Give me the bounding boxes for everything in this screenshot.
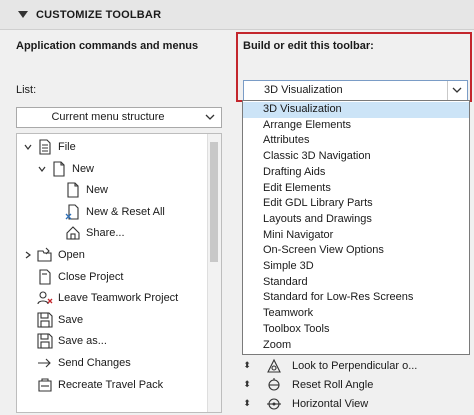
- reorder-handle-icon[interactable]: ⬍: [242, 360, 252, 371]
- toolbar-options-list[interactable]: 3D Visualization Arrange Elements Attribut…: [242, 100, 470, 355]
- tree-item[interactable]: New: [37, 159, 94, 179]
- tree-item-label: Leave Teamwork Project: [58, 292, 179, 305]
- tree-item[interactable]: Send Changes: [23, 353, 131, 373]
- toolbar-item-label: Reset Roll Angle: [292, 378, 374, 391]
- toolbar-select-button[interactable]: [447, 81, 467, 100]
- toolbar-option[interactable]: Classic 3D Navigation: [243, 149, 469, 165]
- toolbar-item[interactable]: ⬍ Horizontal View: [242, 394, 368, 413]
- blank-document-icon: [51, 161, 67, 177]
- tree-item-label: New: [86, 184, 109, 197]
- tree-item[interactable]: Leave Teamwork Project: [23, 288, 178, 308]
- close-project-icon: [37, 269, 53, 285]
- tree-item[interactable]: Share...: [51, 223, 125, 243]
- toolbar-option[interactable]: Layouts and Drawings: [243, 212, 469, 228]
- toolbar-option[interactable]: Standard: [243, 275, 469, 291]
- reorder-handle-icon[interactable]: ⬍: [242, 398, 252, 409]
- customize-toolbar-header[interactable]: CUSTOMIZE TOOLBAR: [0, 0, 474, 30]
- tree-item[interactable]: New & Reset All: [51, 202, 165, 222]
- travel-pack-icon: [37, 377, 53, 393]
- tree-item-label: File: [58, 141, 76, 153]
- left-heading: Application commands and menus: [16, 40, 199, 52]
- toolbar-items-list[interactable]: ⬍ Look to Perpendicular o... ⬍ Reset Roll A…: [242, 356, 474, 413]
- section-title: CUSTOMIZE TOOLBAR: [36, 8, 162, 21]
- chevron-right-icon[interactable]: [23, 250, 33, 260]
- tree-item[interactable]: Open: [23, 245, 85, 265]
- document-list-icon: [37, 139, 53, 155]
- toolbar-option[interactable]: Simple 3D: [243, 259, 469, 275]
- share-house-icon: [65, 225, 81, 241]
- list-label: List:: [16, 84, 37, 96]
- send-arrow-icon: [37, 355, 53, 371]
- tree-item[interactable]: Recreate Travel Pack: [23, 375, 163, 395]
- collapse-triangle-icon[interactable]: [18, 11, 28, 18]
- blank-document-icon: [65, 182, 81, 198]
- toolbar-option[interactable]: 3D Visualization: [243, 102, 469, 118]
- reorder-handle-icon[interactable]: ⬍: [242, 379, 252, 390]
- tree-scrollbar[interactable]: [207, 134, 221, 412]
- toolbar-option[interactable]: Zoom: [243, 338, 469, 354]
- open-folder-icon: [37, 247, 53, 263]
- tree-item-label: Send Changes: [58, 357, 131, 369]
- reset-roll-icon: [266, 377, 282, 393]
- tree-item[interactable]: New: [51, 180, 108, 200]
- scrollbar-thumb[interactable]: [210, 142, 218, 262]
- toolbar-select-value: 3D Visualization: [264, 84, 343, 96]
- tree-item[interactable]: Close Project: [23, 267, 123, 287]
- toolbar-item-label: Look to Perpendicular o...: [292, 359, 418, 372]
- list-select-value: Current menu structure: [51, 111, 165, 123]
- floppy-disk-icon: [37, 333, 53, 349]
- tree-item-label: Open: [58, 249, 85, 261]
- new-reset-icon: [65, 204, 81, 220]
- toolbar-item[interactable]: ⬍ Reset Roll Angle: [242, 375, 373, 394]
- tree-item-label: Save: [58, 313, 84, 326]
- chevron-down-icon[interactable]: [23, 142, 33, 152]
- toolbar-option[interactable]: Edit GDL Library Parts: [243, 196, 469, 212]
- toolbar-option[interactable]: On-Screen View Options: [243, 243, 469, 259]
- chevron-down-icon[interactable]: [37, 164, 47, 174]
- toolbar-option[interactable]: Drafting Aids: [243, 165, 469, 181]
- tree-item[interactable]: Save as...: [23, 331, 107, 351]
- tree-item-label: New & Reset All: [86, 205, 165, 218]
- tree-item-label: New: [72, 162, 95, 175]
- toolbar-item[interactable]: ⬍ Look to Perpendicular o...: [242, 356, 417, 375]
- toolbar-option[interactable]: Teamwork: [243, 306, 469, 322]
- tree-item-label: Recreate Travel Pack: [58, 378, 164, 391]
- floppy-disk-icon: [37, 312, 53, 328]
- tree-item[interactable]: File: [23, 137, 76, 157]
- chevron-down-icon: [452, 87, 462, 93]
- tree-item[interactable]: Save: [23, 310, 83, 330]
- toolbar-item-label: Horizontal View: [292, 397, 369, 410]
- toolbar-option[interactable]: Attributes: [243, 133, 469, 149]
- list-select[interactable]: Current menu structure: [16, 107, 222, 128]
- toolbar-select[interactable]: 3D Visualization: [243, 80, 468, 101]
- toolbar-option[interactable]: Arrange Elements: [243, 118, 469, 134]
- command-tree[interactable]: File New New New & Reset All Share... Open Clo…: [16, 133, 222, 413]
- toolbar-option[interactable]: Mini Navigator: [243, 228, 469, 244]
- tree-item-label: Save as...: [58, 335, 107, 348]
- horizontal-view-icon: [266, 396, 282, 412]
- toolbar-option[interactable]: Standard for Low-Res Screens: [243, 290, 469, 306]
- tree-item-label: Share...: [86, 227, 125, 240]
- leave-teamwork-icon: [37, 290, 53, 306]
- look-perpendicular-icon: [266, 358, 282, 374]
- toolbar-option[interactable]: Toolbox Tools: [243, 322, 469, 338]
- chevron-down-icon: [205, 114, 215, 120]
- tree-item-label: Close Project: [58, 270, 124, 283]
- toolbar-option[interactable]: Edit Elements: [243, 181, 469, 197]
